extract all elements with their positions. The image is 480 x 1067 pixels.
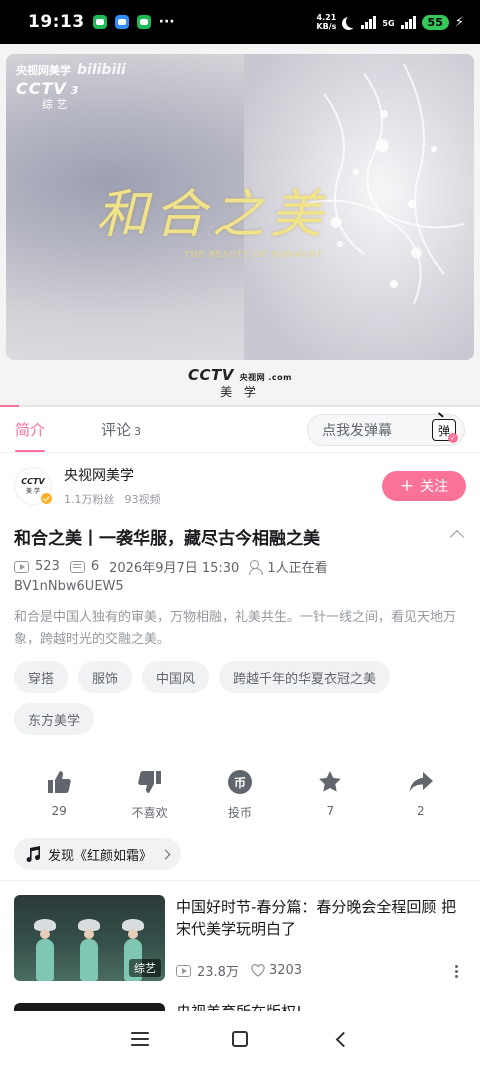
related-video-title[interactable]: 中国好时节-春分篇：春分晚会全程回顾 把宋代美学玩明白了 bbox=[176, 896, 468, 940]
tag-list: 穿搭 服饰 中国风 跨越千年的华夏衣冠之美 东方美学 bbox=[14, 661, 470, 735]
status-bar: 19:13 ··· 4.21 KB/s 5G 55 ⚡ bbox=[0, 0, 480, 44]
music-note-icon bbox=[26, 846, 41, 863]
share-button[interactable]: 2 bbox=[376, 768, 466, 821]
danmaku-toggle-icon[interactable]: 弹 ✓ bbox=[432, 419, 458, 443]
related-video-card[interactable]: 综艺 中国好时节-春分篇：春分晚会全程回顾 把宋代美学玩明白了 23.8万 32… bbox=[14, 895, 466, 981]
uploader-info[interactable]: 央视网美学 1.1万粉丝 93视频 bbox=[64, 465, 161, 507]
channel-watermark: 央视网美学 bilibili CCTV 3 综 艺 bbox=[16, 62, 126, 111]
wechat-notification-icon bbox=[92, 15, 107, 29]
more-notifications-icon: ··· bbox=[158, 14, 175, 30]
home-icon bbox=[232, 1031, 248, 1047]
publish-date: 2026年9月7日 15:30 bbox=[109, 561, 240, 576]
video-description: 和合是中国人独有的审美，万物相融，礼美共生。一针一线之间，看见天地万象，跨越时光… bbox=[14, 610, 457, 647]
section-divider bbox=[0, 880, 480, 881]
dislike-button[interactable]: 不喜欢 bbox=[104, 768, 194, 821]
uploader-fans: 1.1万粉丝 bbox=[64, 493, 115, 506]
app-notification-icon bbox=[136, 15, 151, 29]
related-video-stats: 23.8万 3203 bbox=[176, 961, 302, 980]
bv-id: BV1nNbw6UEW5 bbox=[14, 579, 124, 594]
tab-intro[interactable]: 简介 bbox=[15, 419, 46, 452]
collapse-chevron-icon[interactable] bbox=[449, 529, 465, 545]
tab-comments[interactable]: 评论 3 bbox=[101, 419, 141, 440]
play-count-icon bbox=[14, 560, 29, 573]
related-video-title[interactable]: 央视美育所在版权! bbox=[176, 1001, 302, 1011]
status-indicators: 4.21 KB/s 5G 55 ⚡ bbox=[316, 13, 464, 31]
uploader-videos: 93视频 bbox=[124, 493, 161, 506]
uploader-name[interactable]: 央视网美学 bbox=[64, 465, 161, 485]
play-count-icon bbox=[176, 964, 191, 977]
video-frame[interactable]: 央视网美学 bilibili CCTV 3 综 艺 和合之美 THE BEAUTY… bbox=[6, 54, 474, 360]
category-badge: 综艺 bbox=[129, 959, 161, 977]
do-not-disturb-icon bbox=[346, 15, 359, 28]
network-speed: 4.21 KB/s bbox=[316, 13, 337, 31]
detail-tabs: 简介 评论 3 点我发弹幕 弹 ✓ bbox=[0, 407, 480, 453]
danmaku-count-icon bbox=[69, 560, 85, 573]
heart-icon bbox=[251, 964, 265, 977]
status-time: 19:13 bbox=[28, 12, 85, 32]
coin-icon: 币 bbox=[227, 770, 252, 794]
messenger-notification-icon bbox=[114, 15, 129, 29]
tag-item[interactable]: 跨越千年的华夏衣冠之美 bbox=[219, 661, 391, 693]
menu-icon bbox=[131, 1032, 149, 1046]
watching-count: 1人正在看 bbox=[267, 561, 328, 576]
signal-icon-2 bbox=[400, 15, 416, 29]
network-type: 5G bbox=[382, 19, 395, 28]
play-count: 523 bbox=[35, 559, 60, 574]
music-discover-button[interactable]: 发现《红颜如霜》 bbox=[14, 838, 182, 870]
verified-badge-icon bbox=[40, 492, 53, 505]
back-icon bbox=[335, 1031, 351, 1047]
avatar[interactable]: CCTV 美 学 bbox=[14, 467, 53, 505]
related-video-thumbnail[interactable] bbox=[14, 1003, 165, 1011]
coin-button[interactable]: 币 投币 bbox=[195, 768, 285, 821]
tag-item[interactable]: 穿搭 bbox=[14, 661, 69, 693]
battery-indicator: 55 bbox=[421, 14, 449, 30]
system-nav-bar bbox=[0, 1011, 480, 1067]
viewers-icon bbox=[249, 559, 264, 575]
video-title: 和合之美丨一袭华服，藏尽古今相融之美 bbox=[14, 529, 320, 549]
back-button[interactable] bbox=[290, 1019, 390, 1059]
video-meta: 523 6 2026年9月7日 15:30 1人正在看 bbox=[14, 557, 328, 576]
signal-icon bbox=[361, 15, 377, 29]
danmaku-input[interactable]: 点我发弹幕 弹 ✓ bbox=[307, 414, 465, 446]
thumbs-up-icon bbox=[45, 768, 73, 796]
video-overlay-title: 和合之美 bbox=[96, 185, 329, 245]
more-options-icon[interactable] bbox=[455, 965, 458, 978]
danmaku-count: 6 bbox=[90, 559, 100, 574]
related-video-thumbnail[interactable]: 综艺 bbox=[14, 895, 165, 981]
recent-apps-button[interactable] bbox=[90, 1019, 190, 1059]
favorite-button[interactable]: 7 bbox=[285, 768, 375, 821]
cctv-footer-logo: CCTV 央视网 .com 美 学 bbox=[188, 366, 292, 399]
like-button[interactable]: 29 bbox=[14, 768, 104, 821]
share-arrow-icon bbox=[407, 768, 435, 796]
tag-item[interactable]: 东方美学 bbox=[14, 703, 95, 735]
follow-button[interactable]: + 关注 bbox=[382, 471, 466, 501]
action-bar: 29 不喜欢 币 投币 7 2 bbox=[0, 768, 480, 821]
tag-item[interactable]: 中国风 bbox=[142, 661, 210, 693]
chevron-right-icon bbox=[160, 849, 171, 859]
thumbs-down-icon bbox=[136, 768, 164, 796]
plus-icon: + bbox=[399, 475, 415, 496]
uploader-row: CCTV 美 学 央视网美学 1.1万粉丝 93视频 + 关注 bbox=[14, 464, 466, 508]
related-video-card[interactable]: 央视美育所在版权! bbox=[14, 993, 466, 1011]
video-overlay-subtitle: THE BEAUTY OF HARMONY bbox=[184, 250, 324, 259]
tag-item[interactable]: 服饰 bbox=[78, 661, 133, 693]
home-button[interactable] bbox=[190, 1019, 290, 1059]
star-icon bbox=[316, 768, 344, 796]
charging-icon: ⚡ bbox=[454, 14, 464, 30]
video-player[interactable]: 央视网美学 bilibili CCTV 3 综 艺 和合之美 THE BEAUTY… bbox=[0, 44, 480, 406]
